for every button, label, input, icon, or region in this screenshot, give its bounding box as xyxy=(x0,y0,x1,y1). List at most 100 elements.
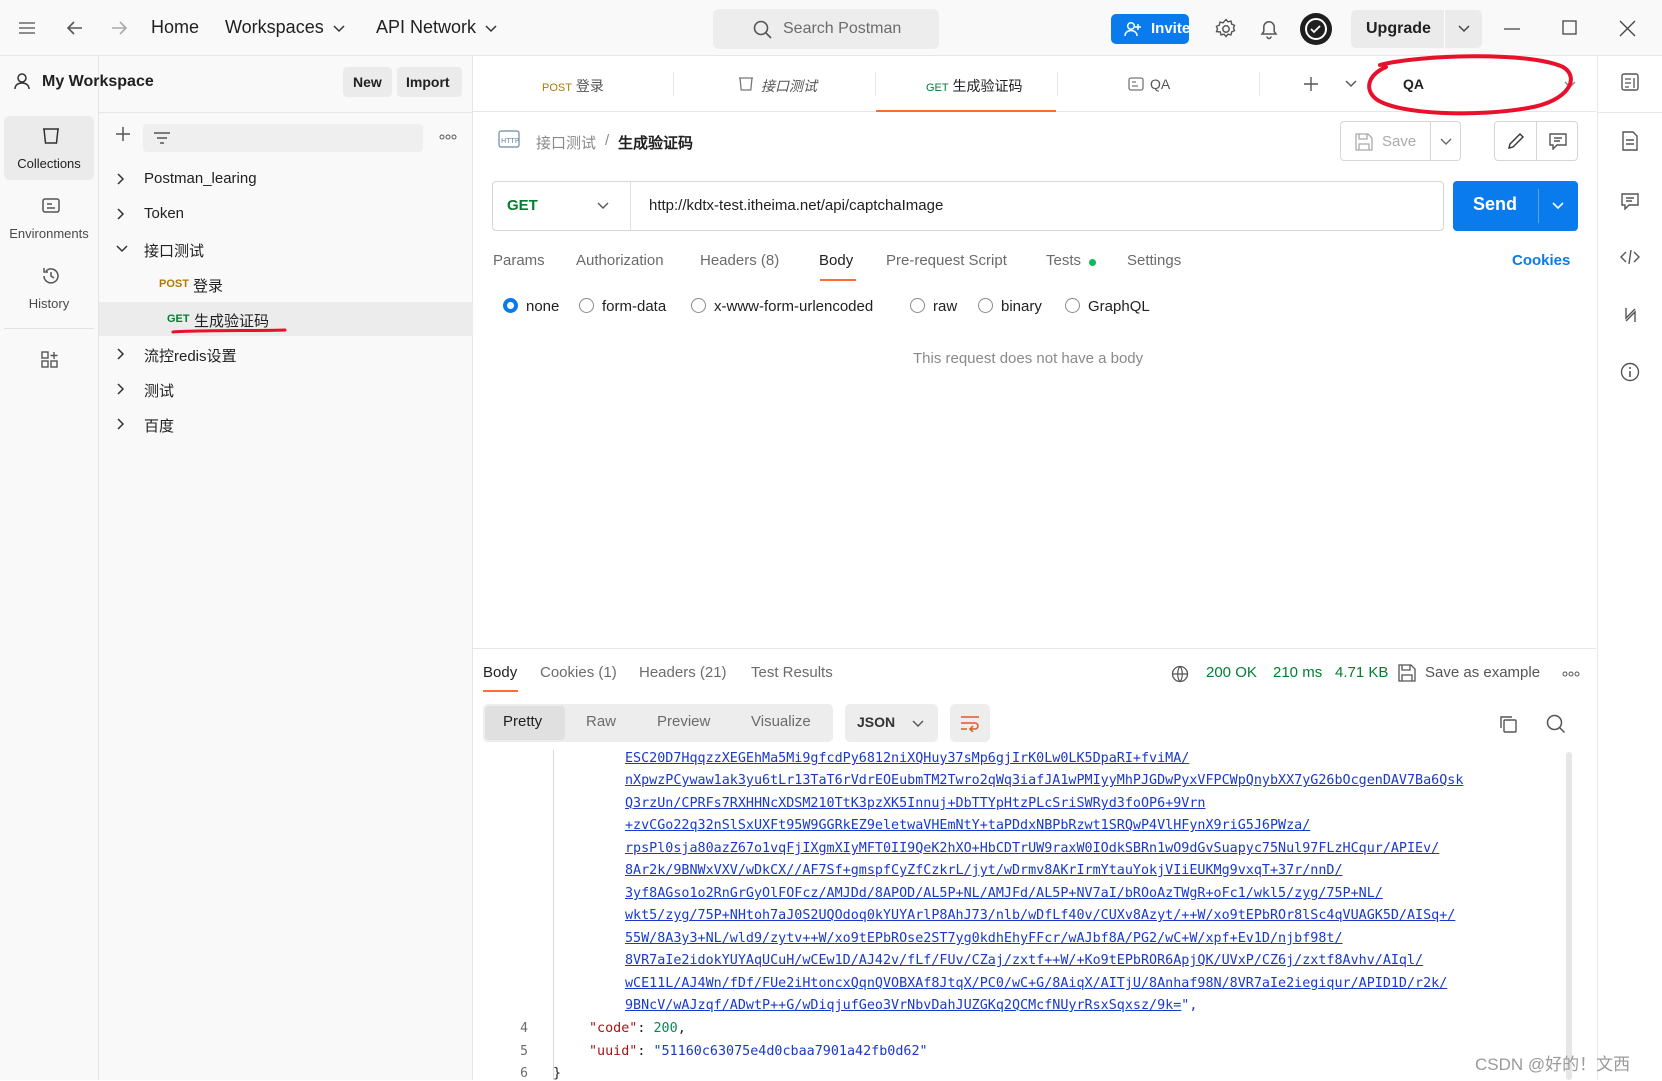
line-number: 6 xyxy=(520,1066,528,1081)
collections-sidebar: My Workspace New Import Postman_learing … xyxy=(14,56,473,1080)
response-tab-cookies[interactable]: Cookies (1) xyxy=(540,664,617,681)
method-badge: POST xyxy=(159,278,189,290)
code-snippet-icon[interactable] xyxy=(1620,249,1640,265)
nav-collections[interactable]: Collections xyxy=(4,116,94,180)
close-window-icon[interactable] xyxy=(1619,20,1636,37)
img-base64-line: wCE11L/AJ4Wn/fDf/FUe2iHtoncxQqnQVOBXAf8J… xyxy=(625,976,1448,991)
tab-authorization[interactable]: Authorization xyxy=(576,252,664,269)
request-item-login[interactable]: POST 登录 xyxy=(99,267,473,301)
format-preview-button[interactable]: Preview xyxy=(657,713,710,730)
radio-binary[interactable]: binary xyxy=(978,298,1042,315)
settings-gear-icon[interactable] xyxy=(1215,18,1237,40)
response-tab-test-results[interactable]: Test Results xyxy=(751,664,833,681)
copy-icon[interactable] xyxy=(1498,714,1518,734)
tab-login[interactable]: POST 登录 xyxy=(473,56,673,112)
wrap-lines-button[interactable] xyxy=(950,704,990,742)
nav-environments[interactable]: Environments xyxy=(4,186,94,250)
response-time[interactable]: 210 ms xyxy=(1273,664,1322,681)
chevron-right-icon xyxy=(117,208,125,220)
search-input[interactable]: Search Postman xyxy=(713,9,939,49)
filter-input[interactable] xyxy=(143,124,423,152)
radio-form-data[interactable]: form-data xyxy=(579,298,666,315)
save-label: Save xyxy=(1382,133,1417,150)
upgrade-button[interactable]: Upgrade xyxy=(1351,10,1444,48)
collection-tab-icon xyxy=(738,76,754,92)
upgrade-dropdown-button[interactable] xyxy=(1444,10,1482,48)
tab-tests[interactable]: Tests xyxy=(1046,252,1081,269)
method-selector[interactable]: GET xyxy=(493,182,631,230)
collection-redis-settings[interactable]: 流控redis设置 xyxy=(99,337,473,371)
radio-x-www-form-urlencoded[interactable]: x-www-form-urlencoded xyxy=(691,298,873,315)
related-collections-icon[interactable] xyxy=(1622,306,1638,324)
language-selector[interactable]: JSON xyxy=(845,704,938,742)
import-button[interactable]: Import xyxy=(397,67,462,97)
back-arrow-icon[interactable] xyxy=(66,19,84,37)
home-link[interactable]: Home xyxy=(151,17,199,38)
response-tab-body[interactable]: Body xyxy=(483,664,517,681)
breadcrumb-parent[interactable]: 接口测试 xyxy=(536,132,596,153)
url-bar: GET http://kdtx-test.itheima.net/api/cap… xyxy=(492,181,1444,231)
collection-baidu[interactable]: 百度 xyxy=(99,407,473,441)
tabs-overflow-chevron-icon[interactable] xyxy=(1345,80,1357,88)
comments-icon[interactable] xyxy=(1621,192,1639,210)
response-size[interactable]: 4.71 KB xyxy=(1335,664,1388,681)
forward-arrow-icon[interactable] xyxy=(110,19,128,37)
menu-icon[interactable] xyxy=(18,20,36,36)
nav-history[interactable]: History xyxy=(4,256,94,320)
search-response-icon[interactable] xyxy=(1546,714,1566,734)
cookies-link[interactable]: Cookies xyxy=(1512,252,1570,269)
radio-raw[interactable]: raw xyxy=(910,298,957,315)
more-options-icon[interactable] xyxy=(439,134,457,140)
workspaces-menu[interactable]: Workspaces xyxy=(225,17,324,38)
minimize-window-icon[interactable] xyxy=(1504,28,1522,30)
collection-postman-learing[interactable]: Postman_learing xyxy=(99,162,473,196)
radio-graphql[interactable]: GraphQL xyxy=(1065,298,1150,315)
response-tab-headers[interactable]: Headers (21) xyxy=(639,664,727,681)
tab-headers[interactable]: Headers (8) xyxy=(700,252,779,269)
comment-icon[interactable] xyxy=(1549,132,1567,150)
save-as-example-button[interactable]: Save as example xyxy=(1425,664,1540,681)
tab-qa[interactable]: QA xyxy=(1058,56,1258,112)
globe-icon[interactable] xyxy=(1171,665,1189,683)
new-button[interactable]: New xyxy=(343,67,392,97)
maximize-window-icon[interactable] xyxy=(1562,20,1578,36)
format-pretty-button[interactable]: Pretty xyxy=(503,713,542,730)
avatar[interactable] xyxy=(1300,13,1332,45)
add-user-icon xyxy=(1124,21,1142,37)
tab-captcha[interactable]: GET 生成验证码 xyxy=(876,56,1056,112)
collection-interface-test[interactable]: 接口测试 xyxy=(99,232,473,266)
environment-quicklook-icon[interactable] xyxy=(1620,72,1640,92)
request-item-captcha[interactable]: GET 生成验证码 xyxy=(99,302,473,336)
send-button[interactable]: Send xyxy=(1453,181,1538,231)
invite-label: Invite xyxy=(1151,20,1191,37)
code-scrollbar[interactable] xyxy=(1566,752,1572,1080)
save-button[interactable]: Save xyxy=(1340,121,1431,161)
right-rail xyxy=(1597,56,1662,1080)
invite-button[interactable]: Invite xyxy=(1111,14,1191,44)
nav-environments-label: Environments xyxy=(9,226,89,241)
url-input[interactable]: http://kdtx-test.itheima.net/api/captcha… xyxy=(649,197,943,214)
tab-params[interactable]: Params xyxy=(493,252,545,269)
documentation-icon[interactable] xyxy=(1622,131,1638,151)
info-icon[interactable] xyxy=(1620,362,1640,382)
tab-body[interactable]: Body xyxy=(819,252,853,269)
tab-pre-request-script[interactable]: Pre-request Script xyxy=(886,252,1007,269)
new-tab-plus-icon[interactable] xyxy=(1303,76,1319,92)
send-options-button[interactable] xyxy=(1539,181,1578,231)
format-visualize-button[interactable]: Visualize xyxy=(751,713,811,730)
status-code[interactable]: 200 OK xyxy=(1206,664,1257,681)
chevron-down-icon xyxy=(116,245,128,253)
response-more-options-icon[interactable] xyxy=(1562,671,1580,677)
radio-none[interactable]: none xyxy=(503,298,559,315)
add-collection-icon[interactable] xyxy=(115,126,131,142)
format-raw-button[interactable]: Raw xyxy=(586,713,616,730)
notifications-bell-icon[interactable] xyxy=(1259,18,1279,40)
api-network-menu[interactable]: API Network xyxy=(376,17,476,38)
nav-apps[interactable] xyxy=(4,340,94,404)
tab-interface-test[interactable]: 接口测试 xyxy=(674,56,875,112)
tab-settings[interactable]: Settings xyxy=(1127,252,1181,269)
collection-test[interactable]: 测试 xyxy=(99,372,473,406)
edit-button[interactable] xyxy=(1495,122,1537,160)
collection-token[interactable]: Token xyxy=(99,197,473,231)
save-options-button[interactable] xyxy=(1431,121,1461,161)
